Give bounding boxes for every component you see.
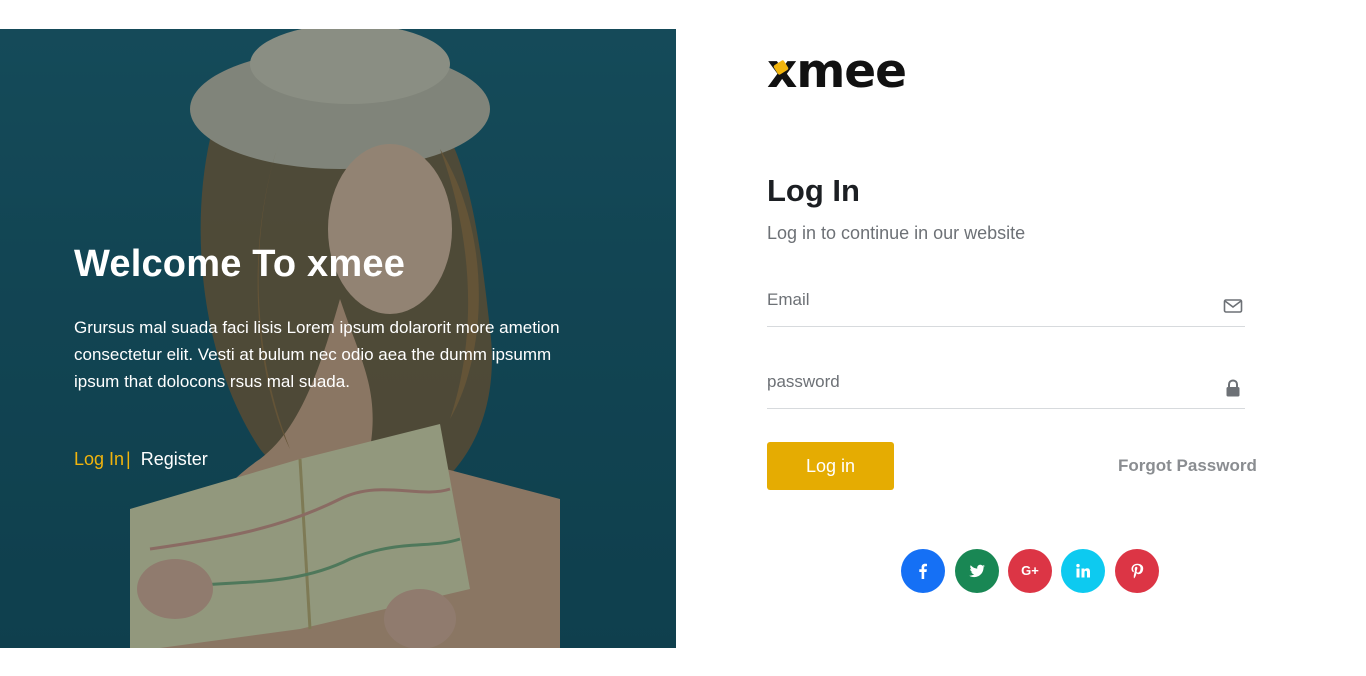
- hero-panel: Welcome To xmee Grursus mal suada faci l…: [0, 29, 676, 648]
- linkedin-icon: [1076, 563, 1090, 578]
- hero-auth-links: Log In | Register: [74, 449, 208, 470]
- logo-text: mee: [796, 44, 907, 99]
- google-plus-icon: G+: [1021, 563, 1039, 578]
- twitter-icon: [969, 564, 985, 578]
- email-field-wrapper: [767, 289, 1245, 327]
- hero-register-link[interactable]: Register: [141, 449, 208, 469]
- form-subtitle: Log in to continue in our website: [767, 223, 1026, 243]
- facebook-button[interactable]: [901, 549, 945, 593]
- brand-logo[interactable]: xmee: [767, 48, 907, 95]
- lock-icon: [1226, 379, 1240, 397]
- google-plus-button[interactable]: G+: [1008, 549, 1052, 593]
- hero-login-link[interactable]: Log In: [74, 449, 124, 469]
- hero-description: Grursus mal suada faci lisis Lorem ipsum…: [74, 318, 560, 391]
- login-submit-button[interactable]: Log in: [767, 442, 894, 490]
- facebook-icon: [919, 563, 927, 579]
- forgot-password-link[interactable]: Forgot Password: [1118, 456, 1257, 476]
- hero-title: Welcome To xmee: [74, 243, 406, 285]
- password-field-wrapper: [767, 371, 1245, 409]
- twitter-button[interactable]: [955, 549, 999, 593]
- envelope-icon: [1223, 299, 1243, 313]
- pinterest-button[interactable]: [1115, 549, 1159, 593]
- hero-link-separator: |: [126, 449, 131, 469]
- logo-x: x: [767, 48, 797, 95]
- password-input[interactable]: [767, 371, 1207, 393]
- pinterest-icon: [1131, 563, 1144, 579]
- form-title: Log In: [767, 173, 860, 208]
- email-input[interactable]: [767, 289, 1207, 311]
- login-page: Welcome To xmee Grursus mal suada faci l…: [0, 0, 1366, 676]
- linkedin-button[interactable]: [1061, 549, 1105, 593]
